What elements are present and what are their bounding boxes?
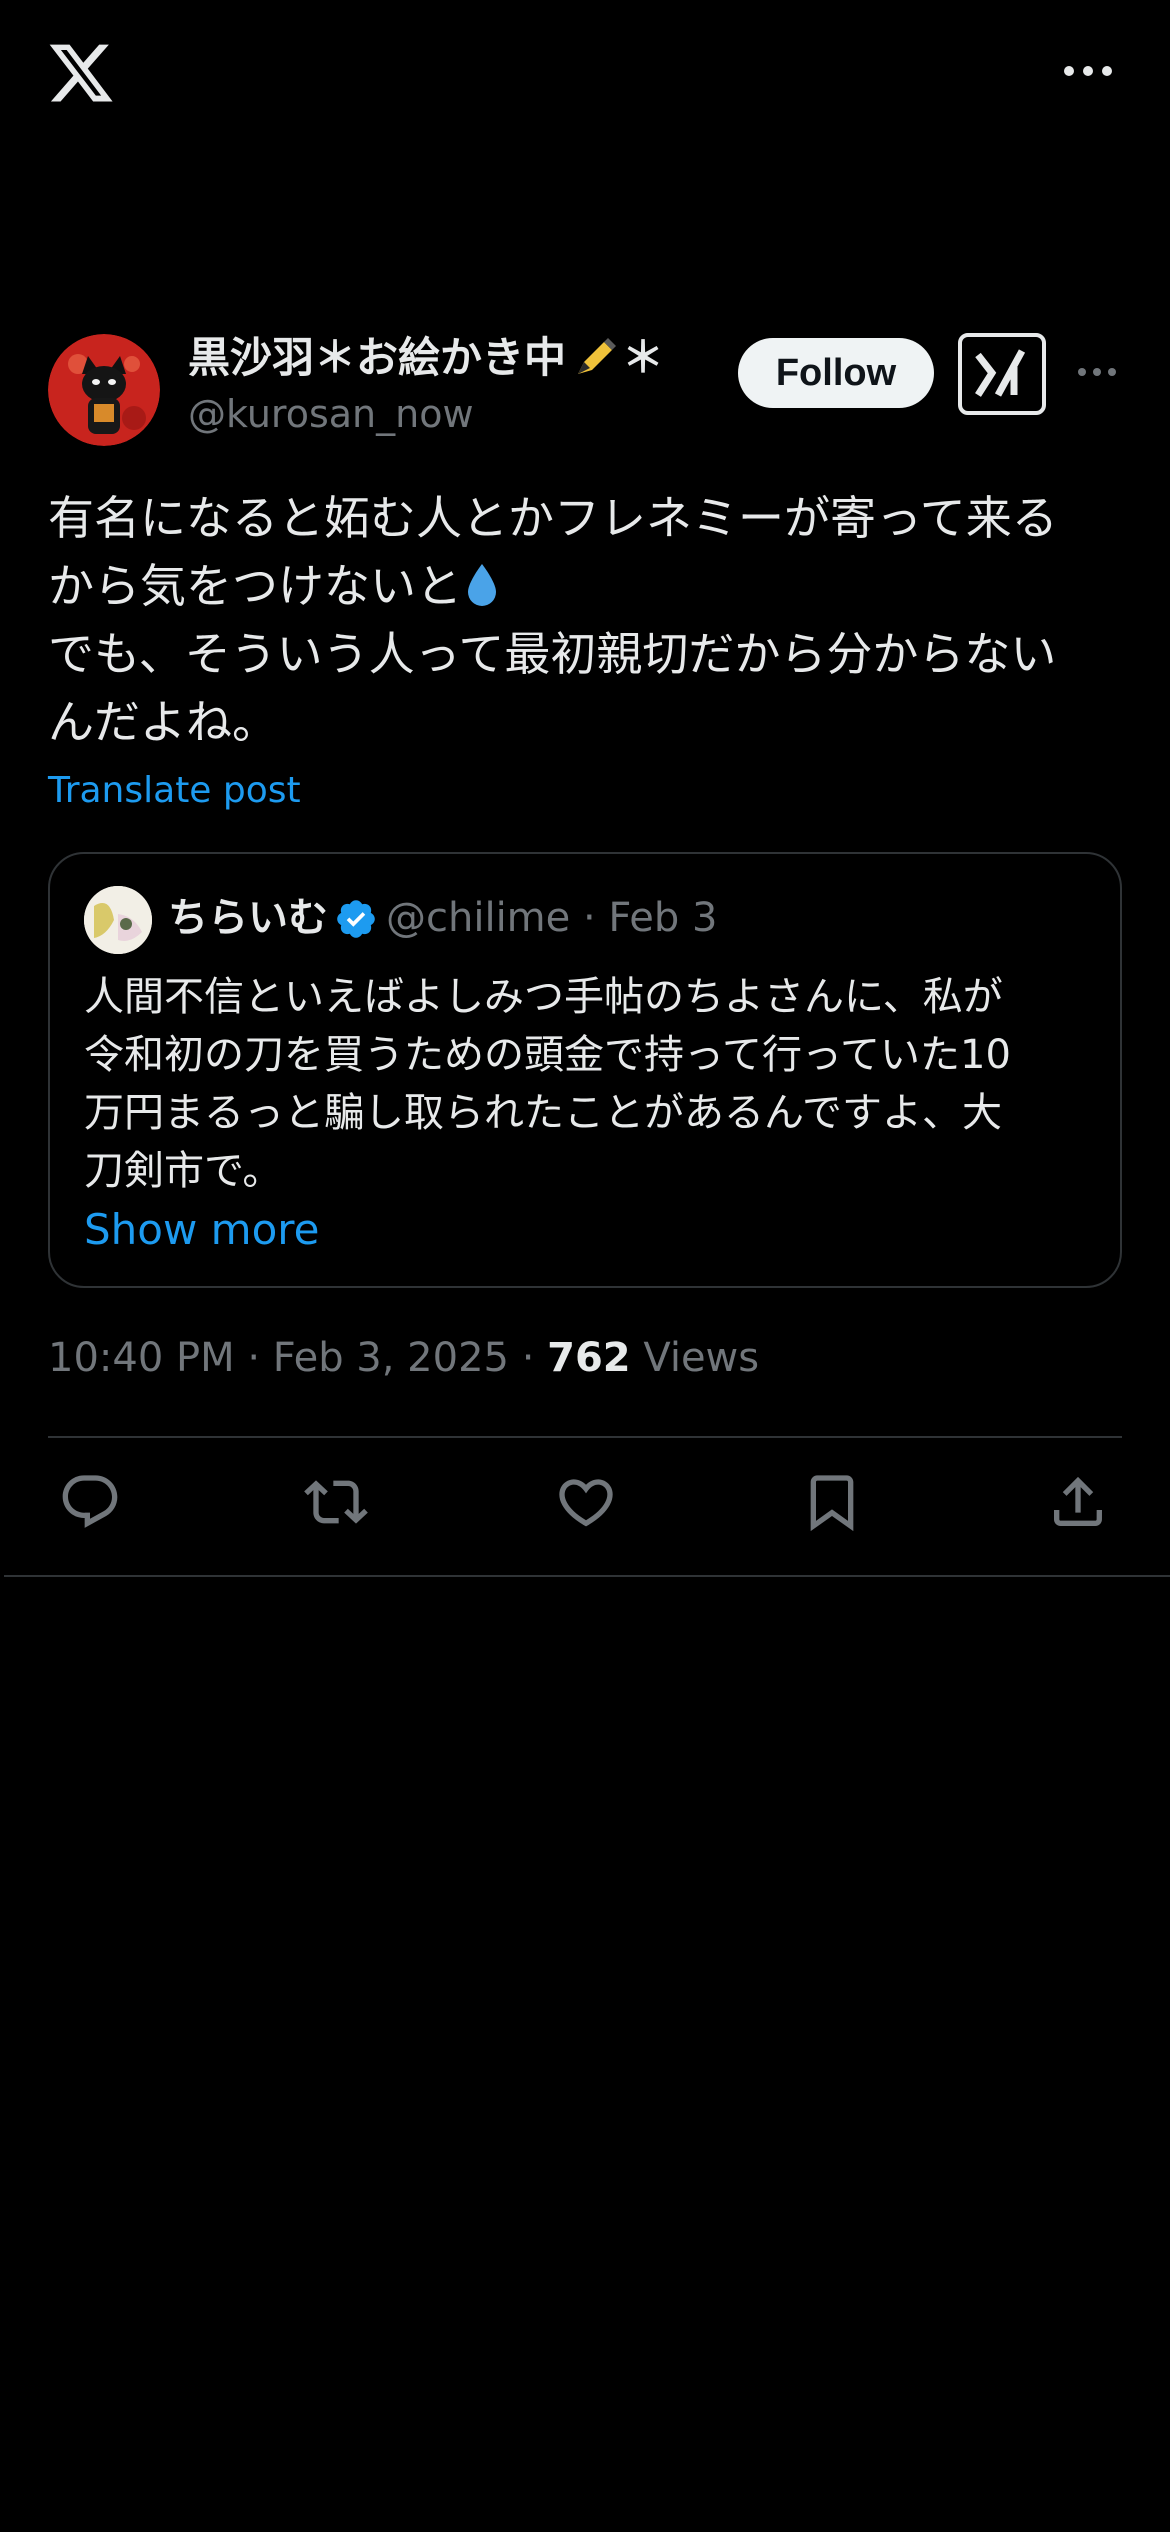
follow-button[interactable]: Follow [738,338,934,408]
quote-author-avatar[interactable] [84,886,152,954]
author-handle[interactable]: @kurosan_now [188,388,728,440]
quote-handle[interactable]: @chilime [386,895,570,941]
post-text: 有名になると妬む人とかフレネミーが寄って来る から気をつけないと でも、そういう… [48,484,1128,756]
cat-avatar-icon [48,334,160,446]
reply-icon[interactable] [58,1470,122,1534]
action-bar [0,1470,1170,1550]
divider [48,1436,1122,1438]
post-text-part1: 有名になると妬む人とかフレネミーが寄って来る から気をつけないと [48,491,1058,613]
pen-icon [578,338,617,374]
views-count: 762 [547,1335,631,1381]
quote-date[interactable]: Feb 3 [608,895,717,941]
grok-icon [975,349,1026,397]
display-name-suffix: ＊ [622,333,665,382]
top-bar [0,0,1170,150]
quote-author-name[interactable]: ちらいむ [168,895,328,941]
grok-button[interactable] [958,333,1046,415]
show-more-link[interactable]: Show more [84,1202,319,1258]
author-display-name[interactable]: 黒沙羽＊お絵かき中 ＊ [188,330,728,386]
author-avatar[interactable] [48,334,160,446]
quote-header: ちらいむ @chilime · Feb 3 [168,888,717,948]
display-name-text: 黒沙羽＊お絵かき中 [188,333,567,382]
post-timestamp[interactable]: 10:40 PM · Feb 3, 2025 · [48,1335,547,1381]
bookmark-icon[interactable] [800,1470,864,1534]
verified-badge-icon [337,900,375,938]
quoted-post[interactable]: ちらいむ @chilime · Feb 3 人間不信といえばよしみつ手帖のちよさん… [48,852,1122,1288]
post-meta: 10:40 PM · Feb 3, 2025 · 762 Views [48,1330,759,1386]
quote-separator: · [570,895,609,941]
translate-post-link[interactable]: Translate post [48,768,301,814]
post-text-part2: でも、そういう人って最初親切だから分からない んだよね。 [48,627,1057,749]
divider [4,1575,1170,1577]
repost-icon[interactable] [304,1470,368,1534]
droplet-icon [468,564,496,606]
views-label: Views [630,1335,760,1381]
quote-avatar-icon [84,886,152,954]
post-more-icon[interactable] [1076,362,1118,382]
quote-text: 人間不信といえばよしみつ手帖のちよさんに、私が 令和初の刀を買うための頭金で持っ… [84,974,1011,1194]
author-name-block: 黒沙羽＊お絵かき中 ＊ @kurosan_now [188,330,728,440]
like-icon[interactable] [554,1470,618,1534]
x-logo-icon[interactable] [46,38,116,108]
more-horizontal-icon[interactable] [1060,56,1116,86]
share-icon[interactable] [1046,1470,1110,1534]
